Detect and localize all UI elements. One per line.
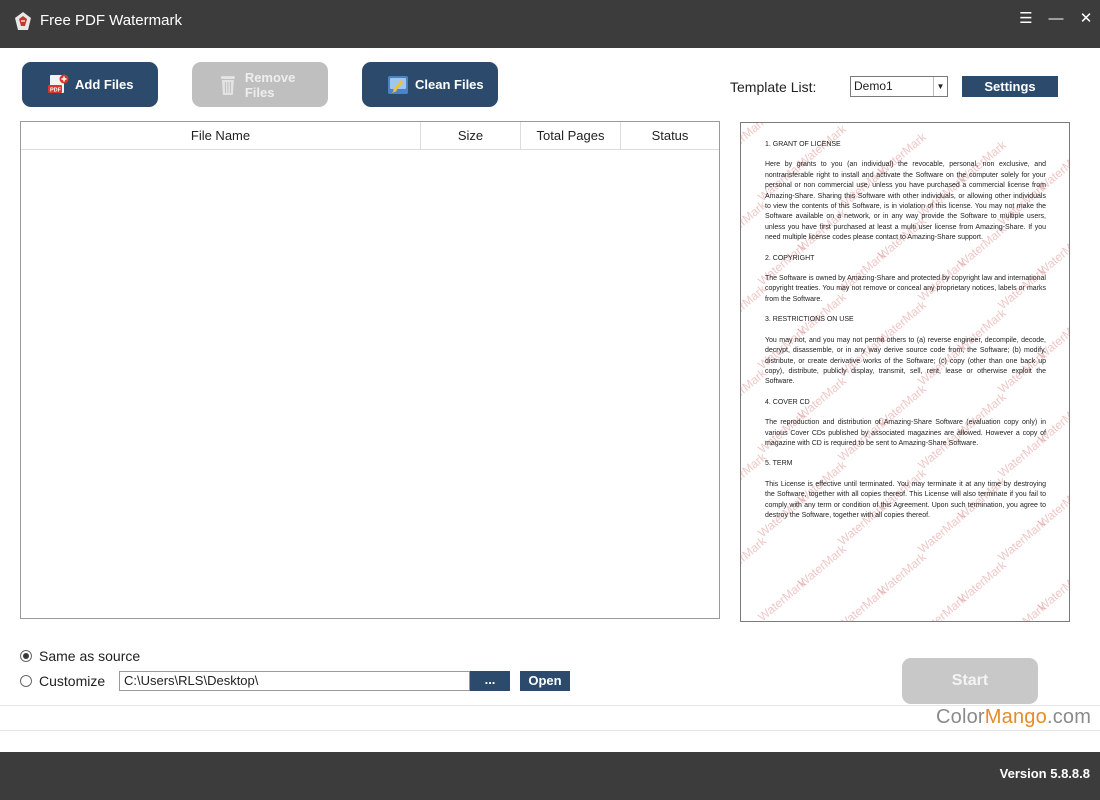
add-pdf-icon: PDF (48, 74, 69, 93)
output-path-input[interactable]: C:\Users\RLS\Desktop\ (119, 671, 470, 691)
template-selected-value: Demo1 (854, 79, 893, 93)
watermark-text: WaterMark (995, 515, 1049, 565)
preview-section-body: You may not, and you may not permit othe… (765, 336, 1046, 386)
watermark-text: WaterMark (915, 591, 969, 622)
preview-section-heading: 1. GRANT OF LICENSE (765, 141, 841, 148)
browse-button[interactable]: ... (470, 671, 510, 691)
template-list-label: Template List: (730, 79, 817, 95)
same-as-source-label: Same as source (39, 648, 141, 664)
title-bar: Free PDF Watermark ☰ — ✕ (0, 0, 1100, 48)
watermark-text: WaterMark (755, 575, 809, 622)
watermark-text: WaterMark (835, 583, 889, 622)
trash-icon (220, 75, 235, 95)
dropdown-arrow-icon[interactable]: ▼ (933, 77, 947, 96)
version-label: Version 5.8.8.8 (999, 766, 1090, 781)
preview-section-body: The reproduction and distribution of Ama… (765, 419, 1046, 447)
remove-files-label: Remove Files (244, 69, 296, 100)
close-icon[interactable]: ✕ (1074, 9, 1098, 29)
remove-files-button[interactable]: Remove Files (192, 62, 328, 107)
preview-document: 1. GRANT OF LICENSE Here by grants to yo… (765, 140, 1046, 521)
same-as-source-radio[interactable] (20, 650, 32, 662)
preview-section-heading: 4. COVER CD (765, 398, 810, 406)
status-bar: Version 5.8.8.8 (0, 752, 1100, 800)
watermark-preview: WaterMark WaterMark WaterMark WaterMark Wate… (740, 122, 1070, 622)
clean-files-button[interactable]: Clean Files (362, 62, 498, 107)
watermark-text: WaterMark (740, 533, 769, 583)
customize-option[interactable]: Customize (20, 673, 105, 689)
preview-section-heading: 2. COPYRIGHT (765, 254, 815, 262)
divider (0, 705, 1100, 706)
file-list-table[interactable]: File Name Size Total Pages Status (20, 121, 720, 619)
brand-part-color: Color (936, 706, 985, 728)
preview-section-body: The Software is owned by Amazing-Share a… (765, 275, 1046, 303)
column-header-size[interactable]: Size (421, 122, 521, 150)
brand-part-domain: .com (1046, 706, 1092, 728)
customize-radio[interactable] (20, 675, 32, 687)
watermark-text: WaterMark (995, 600, 1049, 621)
preview-section-body: Here by grants to you (an individual) th… (765, 161, 1046, 242)
app-title: Free PDF Watermark (40, 12, 182, 29)
preview-section-heading: 3. RESTRICTIONS ON USE (765, 316, 854, 324)
open-folder-button[interactable]: Open (520, 671, 570, 691)
hamburger-icon[interactable]: ☰ (1014, 9, 1038, 29)
start-button[interactable]: Start (902, 658, 1038, 704)
column-header-file-name[interactable]: File Name (21, 122, 421, 150)
clean-files-label: Clean Files (415, 77, 484, 92)
table-header: File Name Size Total Pages Status (21, 122, 719, 150)
minimize-icon[interactable]: — (1044, 9, 1068, 29)
column-header-total-pages[interactable]: Total Pages (521, 122, 621, 150)
preview-section-body: This License is effective until terminat… (765, 480, 1046, 519)
settings-button[interactable]: Settings (962, 76, 1058, 97)
preview-section-heading: 5. TERM (765, 460, 793, 468)
clean-brush-icon (388, 75, 408, 94)
template-select[interactable]: Demo1 ▼ (850, 76, 948, 97)
same-as-source-option[interactable]: Same as source (20, 648, 140, 664)
column-header-status[interactable]: Status (621, 122, 719, 150)
app-logo-icon (15, 12, 31, 30)
add-files-label: Add Files (75, 77, 134, 92)
brand-part-mango: Mango (984, 706, 1047, 728)
divider (0, 730, 1100, 731)
customize-label: Customize (39, 673, 106, 689)
svg-text:PDF: PDF (50, 87, 62, 93)
colormango-watermark: ColorMango.com (936, 706, 1091, 729)
add-files-button[interactable]: PDF Add Files (22, 62, 158, 107)
